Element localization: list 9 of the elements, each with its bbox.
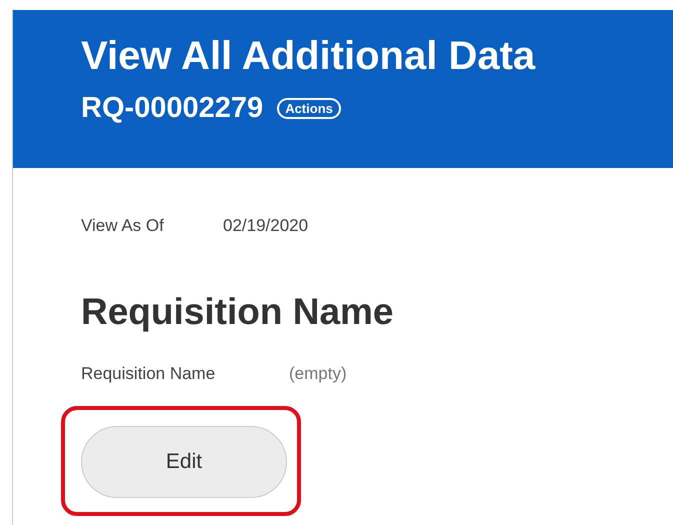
requisition-id: RQ-00002279	[81, 92, 264, 125]
page-title: View All Additional Data	[81, 33, 536, 80]
field-value: (empty)	[289, 364, 347, 384]
view-as-of-label: View As Of	[81, 216, 165, 236]
section-heading: Requisition Name	[81, 290, 394, 334]
view-as-of-date: 02/19/2020	[223, 216, 308, 236]
edit-button[interactable]: Edit	[81, 426, 287, 498]
actions-button[interactable]: Actions	[277, 98, 341, 119]
field-label: Requisition Name	[81, 364, 216, 384]
